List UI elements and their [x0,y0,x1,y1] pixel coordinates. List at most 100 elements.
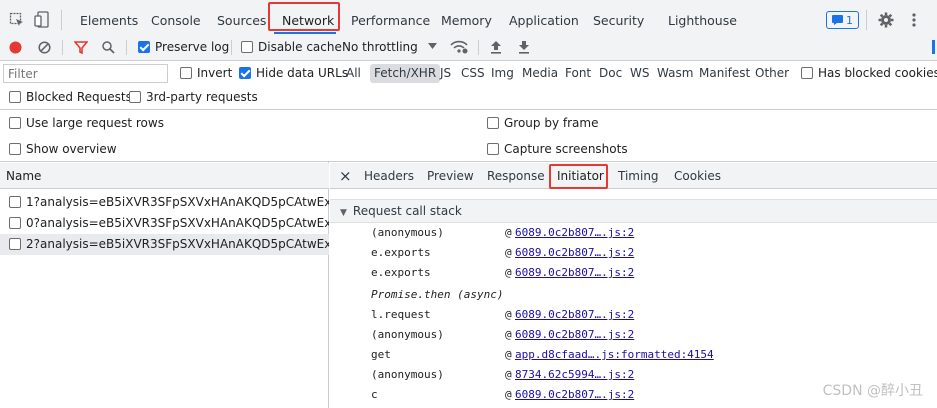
hide-data-urls-checkbox[interactable]: Hide data URLs [239,66,348,80]
tab-response[interactable]: Response [487,163,545,189]
show-overview-checkbox[interactable]: Show overview [9,142,117,156]
filter-type-css[interactable]: CSS [461,64,485,83]
divider [126,40,127,55]
frame-function: get [371,348,391,361]
frame-link[interactable]: 6089.0c2b807….js:2 [515,246,634,259]
frame-link[interactable]: 6089.0c2b807….js:2 [515,266,634,279]
tab-cookies[interactable]: Cookies [674,163,721,189]
hide-data-urls-label: Hide data URLs [256,66,349,80]
frame-at: @ [505,328,512,341]
frame-function: (anonymous) [371,368,444,381]
frame-function: e.exports [371,246,431,259]
frame-link[interactable]: 8734.62c5994….js:2 [515,368,634,381]
frame-link[interactable]: 6089.0c2b807….js:2 [515,226,634,239]
tab-lighthouse[interactable]: Lighthouse [668,8,737,34]
search-icon[interactable] [102,41,115,54]
disable-cache-checkbox[interactable]: Disable cache [241,40,342,54]
throttling-select[interactable]: No throttling [342,40,418,54]
divider [231,40,232,55]
tab-security[interactable]: Security [593,8,644,34]
filter-type-media[interactable]: Media [522,64,558,83]
gear-icon[interactable] [878,12,894,28]
tab-elements[interactable]: Elements [80,8,138,34]
filter-input[interactable] [3,64,168,83]
capture-screenshots-label: Capture screenshots [504,142,628,156]
tab-sources[interactable]: Sources [217,8,266,34]
filter-type-ws[interactable]: WS [630,64,649,83]
watermark: CSDN @醉小丑 [822,383,923,399]
inspect-element-icon[interactable] [9,12,25,28]
has-blocked-cookies-label: Has blocked cookies [818,66,937,80]
request-call-stack-header[interactable]: ▼ Request call stack [330,199,937,223]
tab-preview[interactable]: Preview [427,163,474,189]
initiator-tab-highlight [549,164,608,189]
preserve-log-label: Preserve log [155,40,230,54]
has-blocked-cookies-checkbox[interactable]: Has blocked cookies [801,66,937,80]
frame-at: @ [505,308,512,321]
chevron-down-icon[interactable] [428,43,437,50]
filter-type-font[interactable]: Font [565,64,591,83]
request-name: 2?analysis=eB5iXVR3SFpSXVxHAnAKQD5pCAtwE… [26,237,329,251]
frame-link[interactable]: 6089.0c2b807….js:2 [515,328,634,341]
frame-function: (anonymous) [371,226,444,239]
preserve-log-checkbox[interactable]: Preserve log [138,40,229,54]
large-rows-label: Use large request rows [26,116,164,130]
frame-link[interactable]: 6089.0c2b807….js:2 [515,308,634,321]
async-boundary: Promise.then (async) [371,288,504,301]
tab-console[interactable]: Console [151,8,201,34]
group-by-frame-checkbox[interactable]: Group by frame [487,116,598,130]
invert-checkbox[interactable]: Invert [180,66,232,80]
frame-at: @ [505,348,512,361]
frame-function: c [371,388,378,401]
message-icon [832,15,843,25]
name-column-header[interactable]: Name [0,163,329,189]
filter-type-fetch-xhr[interactable]: Fetch/XHR [370,64,441,83]
more-vertical-icon[interactable] [910,12,918,28]
frame-function: (anonymous) [371,328,444,341]
network-conditions-icon[interactable] [450,39,468,54]
import-har-icon[interactable] [490,40,502,54]
capture-screenshots-checkbox[interactable]: Capture screenshots [487,142,628,156]
blocked-requests-checkbox[interactable]: Blocked Requests [9,90,132,104]
filter-type-manifest[interactable]: Manifest [699,64,750,83]
divider [866,10,867,30]
settings-toggle-edge[interactable] [932,40,935,54]
clear-icon[interactable] [38,41,51,54]
filter-type-doc[interactable]: Doc [599,64,622,83]
frame-at: @ [505,388,512,401]
divider [61,10,62,30]
record-icon[interactable] [9,41,22,54]
tab-headers[interactable]: Headers [364,163,414,189]
tab-performance[interactable]: Performance [351,8,430,34]
throttling-value: No throttling [342,40,418,54]
frame-at: @ [505,246,512,259]
request-row[interactable]: 1?analysis=eB5iXVR3SFpSXVxHAnAKQD5pCAtwE… [0,192,329,213]
tab-timing[interactable]: Timing [618,163,659,189]
close-detail-button[interactable]: × [339,163,352,189]
invert-label: Invert [197,66,233,80]
frame-at: @ [505,368,512,381]
device-toolbar-icon[interactable] [34,11,50,28]
filter-type-wasm[interactable]: Wasm [657,64,693,83]
frame-link[interactable]: app.d8cfaad….js:formatted:4154 [515,348,714,361]
request-name: 0?analysis=eB5iXVR3SFpSXVxHAnAKQD5pCAtwE… [26,216,329,230]
triangle-down-icon: ▼ [340,208,347,218]
tab-memory[interactable]: Memory [441,8,492,34]
filter-type-img[interactable]: Img [491,64,514,83]
third-party-requests-checkbox[interactable]: 3rd-party requests [129,90,258,104]
export-har-icon[interactable] [518,40,530,54]
issues-badge[interactable]: 1 [826,11,859,29]
tab-application[interactable]: Application [509,8,579,34]
filter-type-all[interactable]: All [346,64,361,83]
request-row-selected[interactable]: 2?analysis=eB5iXVR3SFpSXVxHAnAKQD5pCAtwE… [0,234,329,255]
large-rows-checkbox[interactable]: Use large request rows [9,116,164,130]
frame-link[interactable]: 6089.0c2b807….js:2 [515,388,634,401]
blocked-requests-label: Blocked Requests [26,90,132,104]
filter-type-js[interactable]: JS [440,64,451,83]
disable-cache-label: Disable cache [258,40,342,54]
filter-type-other[interactable]: Other [755,64,789,83]
frame-at: @ [505,226,512,239]
request-row[interactable]: 0?analysis=eB5iXVR3SFpSXVxHAnAKQD5pCAtwE… [0,213,329,234]
filter-icon[interactable] [74,41,88,54]
frame-at: @ [505,266,512,279]
